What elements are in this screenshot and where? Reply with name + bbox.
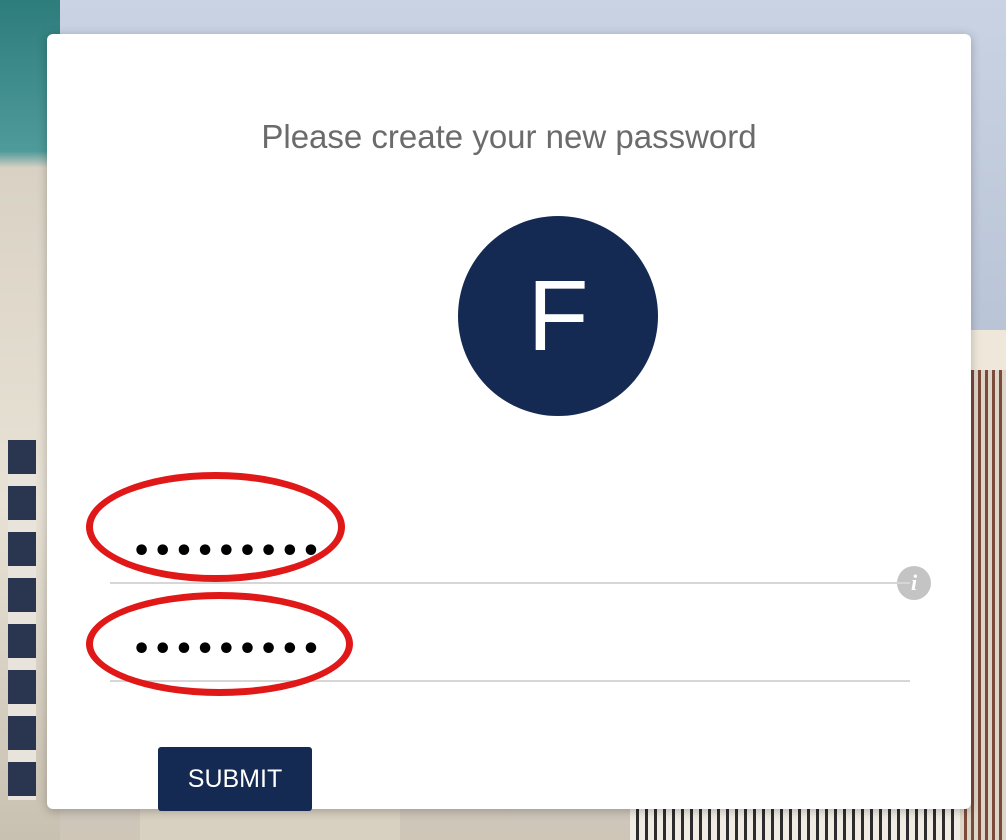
- background-building-bottom: [630, 805, 960, 840]
- new-password-field: [110, 522, 910, 584]
- avatar-letter: F: [527, 260, 589, 372]
- confirm-password-input[interactable]: [130, 620, 834, 678]
- page-title: Please create your new password: [261, 118, 757, 155]
- password-dialog: Please create your new password F i SUBM…: [47, 34, 971, 811]
- new-password-input[interactable]: [130, 522, 834, 580]
- confirm-password-field: [110, 620, 910, 682]
- submit-button[interactable]: SUBMIT: [158, 747, 312, 811]
- avatar: F: [458, 216, 658, 416]
- background-windows-left: [8, 440, 36, 800]
